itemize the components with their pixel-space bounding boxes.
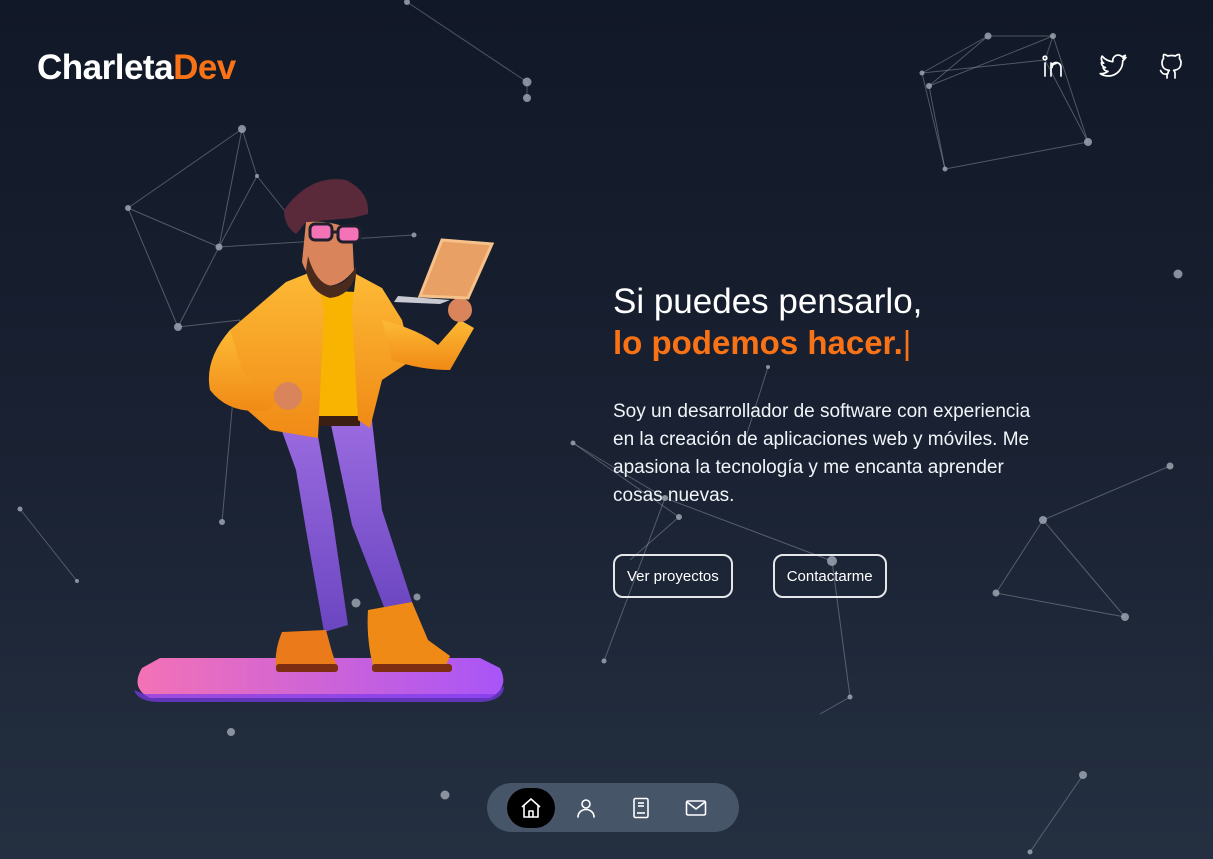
hero-title-line1: Si puedes pensarlo, [613, 282, 923, 321]
hero-description: Soy un desarrollador de software con exp… [613, 401, 1031, 506]
site-logo[interactable]: CharletaDev [37, 48, 236, 88]
mail-icon [685, 799, 706, 816]
hero-title-accent: lo podemos hacer. [613, 324, 903, 361]
nav-projects[interactable] [613, 783, 668, 832]
social-links [1039, 50, 1187, 82]
nav-home[interactable] [503, 783, 558, 832]
hero-actions: Ver proyectos Contactarme [613, 554, 1073, 598]
home-icon [520, 797, 541, 818]
nav-about[interactable] [558, 783, 613, 832]
linkedin-icon[interactable] [1039, 50, 1071, 82]
typing-cursor: | [902, 324, 912, 361]
github-icon[interactable] [1155, 50, 1187, 82]
active-indicator [506, 787, 555, 828]
nav-contact[interactable] [668, 783, 723, 832]
developer-illustration [134, 179, 504, 702]
view-projects-button[interactable]: Ver proyectos [613, 554, 733, 598]
contact-button[interactable]: Contactarme [772, 554, 887, 598]
logo-accent-text: Dev [173, 48, 236, 87]
hero-title-line2: lo podemos hacer.| [613, 322, 1073, 364]
logo-main-text: Charleta [37, 48, 174, 87]
bottom-dock-nav [487, 783, 739, 832]
twitter-icon[interactable] [1097, 50, 1129, 82]
user-icon [576, 798, 595, 818]
hero-section: Si puedes pensarlo, lo podemos hacer.| S… [613, 282, 1073, 598]
book-icon [632, 797, 649, 818]
